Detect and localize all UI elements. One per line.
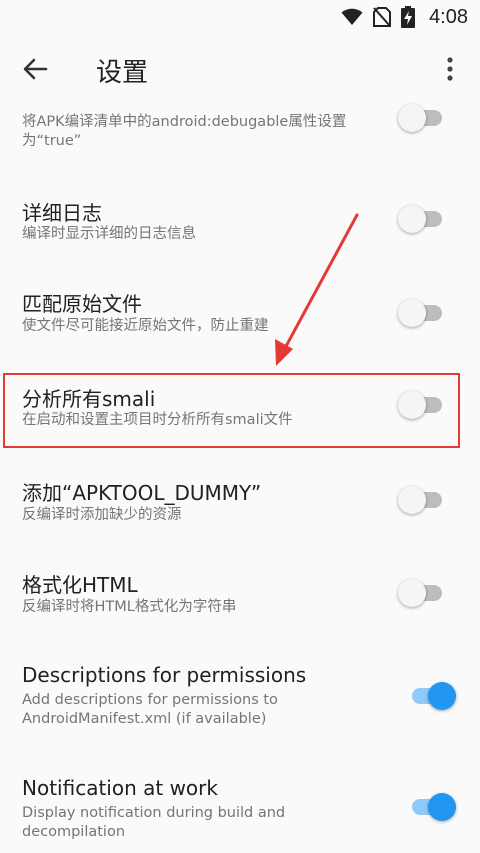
setting-summary: Add descriptions for permissions to Andr… (22, 692, 278, 727)
toggle-switch[interactable] (398, 101, 444, 133)
setting-summary: 将APK编译清单中的android:debugable属性设置为“true” (22, 114, 347, 149)
setting-debuggable[interactable]: 将APK编译清单中的android:debugable属性设置为“true” (0, 104, 480, 164)
toggle-switch[interactable] (408, 790, 456, 822)
page-title: 设置 (96, 58, 149, 88)
toggle-switch[interactable] (398, 202, 444, 234)
toggle-switch[interactable] (398, 483, 444, 515)
setting-summary: 编译时显示详细的日志信息 (22, 226, 196, 242)
setting-summary: 反编译时添加缺少的资源 (22, 507, 182, 523)
more-vert-icon[interactable] (440, 52, 460, 88)
setting-title: 匹配原始文件 (22, 292, 142, 316)
toggle-switch[interactable] (408, 679, 456, 711)
setting-summary: 反编译时将HTML格式化为字符串 (22, 599, 237, 615)
setting-apktool-dummy[interactable]: 添加“APKTOOL_DUMMY” 反编译时添加缺少的资源 (0, 474, 480, 544)
setting-verbose-log[interactable]: 详细日志 编译时显示详细的日志信息 (0, 184, 480, 254)
no-sim-icon (373, 7, 392, 27)
setting-title: 添加“APKTOOL_DUMMY” (22, 481, 262, 505)
battery-charging-icon (401, 6, 416, 28)
arrow-left-icon[interactable] (20, 54, 56, 84)
setting-title: 详细日志 (22, 201, 102, 225)
setting-format-html[interactable]: 格式化HTML 反编译时将HTML格式化为字符串 (0, 562, 480, 632)
app-bar: 设置 (0, 34, 480, 104)
highlight-box (3, 373, 460, 448)
setting-title: Notification at work (22, 776, 218, 800)
status-time: 4:08 (429, 5, 468, 28)
setting-title: Descriptions for permissions (22, 663, 307, 687)
setting-summary: Display notification during build and de… (22, 805, 286, 840)
status-bar: 4:08 (0, 0, 480, 34)
setting-match-original[interactable]: 匹配原始文件 使文件尽可能接近原始文件，防止重建 (0, 279, 480, 349)
toggle-switch[interactable] (398, 296, 444, 328)
toggle-switch[interactable] (398, 576, 444, 608)
setting-summary: 使文件尽可能接近原始文件，防止重建 (22, 318, 269, 334)
setting-title: 格式化HTML (22, 573, 138, 597)
setting-notification-work[interactable]: Notification at work Display notificatio… (0, 772, 480, 852)
setting-descriptions-permissions[interactable]: Descriptions for permissions Add descrip… (0, 659, 480, 739)
wifi-icon (341, 8, 363, 26)
